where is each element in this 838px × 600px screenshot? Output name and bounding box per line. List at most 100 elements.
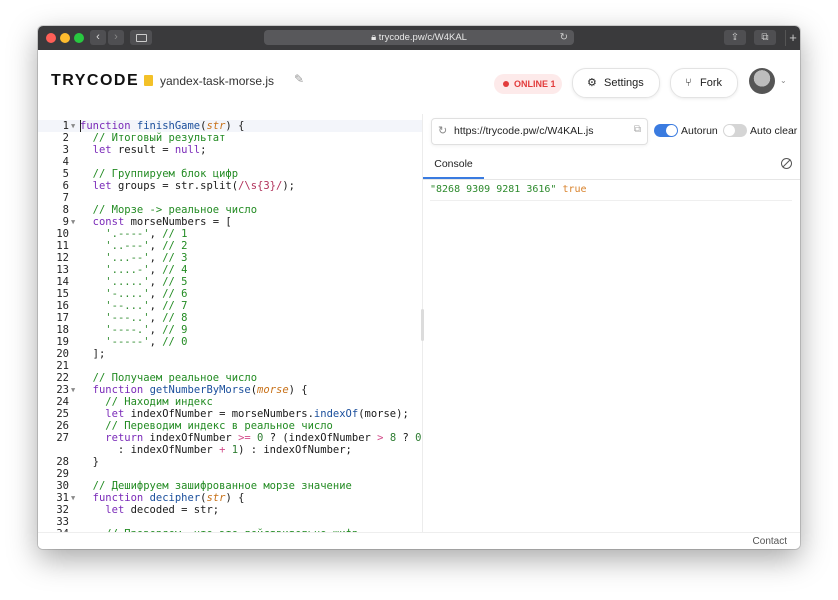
code-text: '-----', // 0	[105, 336, 188, 348]
line-number: 26	[56, 420, 69, 432]
code-line[interactable]: 27 return indexOfNumber >= 0 ? (indexOfN…	[38, 432, 422, 444]
code-line[interactable]: 10 '.----', // 1	[38, 228, 422, 240]
code-line[interactable]: 2 // Итоговый результат	[38, 132, 422, 144]
fork-label: Fork	[700, 77, 722, 89]
line-number: 9	[62, 216, 69, 228]
line-number: 2	[62, 132, 69, 144]
forward-arrow-icon[interactable]: ›	[108, 30, 124, 45]
fold-arrow-icon[interactable]: ▼	[71, 492, 75, 504]
code-line[interactable]: 23 ▼ function getNumberByMorse(morse) {	[38, 384, 422, 396]
new-tab-icon[interactable]: +	[785, 30, 800, 46]
code-text: let result = null;	[92, 144, 207, 156]
code-editor[interactable]: 1 ▼ function finishGame(str) {2 // Итоговы…	[38, 114, 422, 549]
code-line[interactable]: 12 '...--', // 3	[38, 252, 422, 264]
code-line[interactable]: 20 ];	[38, 348, 422, 360]
code-line[interactable]: 25 let indexOfNumber = morseNumbers.inde…	[38, 408, 422, 420]
line-number: 33	[56, 516, 69, 528]
code-text: let groups = str.split(/\s{3}/);	[92, 180, 295, 192]
tabs-overview-icon[interactable]: ⧉	[754, 30, 776, 45]
code-text: function getNumberByMorse(morse) {	[92, 384, 308, 396]
chevron-down-icon[interactable]: ⌄	[780, 76, 787, 85]
sidebar-toggle-icon[interactable]	[130, 30, 152, 45]
code-line[interactable]: 9 ▼ const morseNumbers = [	[38, 216, 422, 228]
minimize-window-button[interactable]	[60, 33, 70, 43]
line-number: 10	[56, 228, 69, 240]
code-text: // Морзе -> реальное число	[92, 204, 258, 216]
address-text: trycode.pw/c/W4KAL	[378, 32, 467, 43]
code-line[interactable]: 1 ▼ function finishGame(str) {	[38, 120, 422, 132]
fork-button[interactable]: ⑂ Fork	[670, 68, 738, 98]
code-line[interactable]: 5 // Группируем блок цифр	[38, 168, 422, 180]
code-line[interactable]: 3 let result = null;	[38, 144, 422, 156]
line-number: 12	[56, 252, 69, 264]
trycode-logo[interactable]: TRYCODE	[51, 72, 139, 90]
contact-link[interactable]: Contact	[753, 536, 787, 547]
code-text: '---..', // 8	[105, 312, 188, 324]
code-line[interactable]: 6 let groups = str.split(/\s{3}/);	[38, 180, 422, 192]
address-bar[interactable]: 🔒︎ trycode.pw/c/W4KAL ↻	[264, 30, 574, 45]
line-number: 7	[62, 192, 69, 204]
fold-arrow-icon[interactable]: ▼	[71, 216, 75, 228]
reload-icon[interactable]: ↻	[560, 30, 568, 45]
code-text: let decoded = str;	[105, 504, 220, 516]
code-line[interactable]: 32 let decoded = str;	[38, 504, 422, 516]
code-line[interactable]: 29	[38, 468, 422, 480]
close-window-button[interactable]	[46, 33, 56, 43]
fold-arrow-icon[interactable]: ▼	[71, 120, 75, 132]
code-line[interactable]: 11 '..---', // 2	[38, 240, 422, 252]
line-number: 3	[62, 144, 69, 156]
settings-label: Settings	[604, 77, 644, 89]
code-line[interactable]: 16 '--...', // 7	[38, 300, 422, 312]
zoom-window-button[interactable]	[74, 33, 84, 43]
code-line[interactable]: 18 '----.', // 9	[38, 324, 422, 336]
line-number: 23	[56, 384, 69, 396]
line-number: 29	[56, 468, 69, 480]
line-number: 13	[56, 264, 69, 276]
autoclear-toggle[interactable]	[723, 124, 747, 137]
back-arrow-icon[interactable]: ‹	[90, 30, 106, 45]
code-text: '..---', // 2	[105, 240, 188, 252]
code-line[interactable]: 28 }	[38, 456, 422, 468]
code-line[interactable]: 33	[38, 516, 422, 528]
code-text: function finishGame(str) {	[80, 120, 245, 132]
code-line[interactable]: 17 '---..', // 8	[38, 312, 422, 324]
code-text: // Переводим индекс в реальное число	[105, 420, 333, 432]
fold-arrow-icon[interactable]: ▼	[71, 384, 75, 396]
line-number: 27	[56, 432, 69, 444]
clear-console-icon[interactable]	[781, 158, 792, 169]
file-name[interactable]: yandex-task-morse.js	[160, 74, 274, 88]
code-line[interactable]: 24 // Находим индекс	[38, 396, 422, 408]
code-line[interactable]: 26 // Переводим индекс в реальное число	[38, 420, 422, 432]
code-line[interactable]: 21	[38, 360, 422, 372]
code-line[interactable]: 14 '.....', // 5	[38, 276, 422, 288]
line-number: 31	[56, 492, 69, 504]
line-number: 1	[62, 120, 69, 132]
code-line[interactable]: 19 '-----', // 0	[38, 336, 422, 348]
refresh-icon[interactable]: ↻	[438, 124, 447, 137]
toggle-knob	[724, 125, 735, 136]
code-line[interactable]: 4	[38, 156, 422, 168]
avatar[interactable]	[749, 68, 775, 94]
online-badge: ONLINE 1	[494, 74, 562, 94]
app-header: TRYCODE yandex-task-morse.js ✎ ONLINE 1 …	[38, 50, 800, 114]
code-line[interactable]: 22 // Получаем реальное число	[38, 372, 422, 384]
line-number: 21	[56, 360, 69, 372]
tab-console[interactable]: Console	[423, 152, 484, 179]
code-line[interactable]: : indexOfNumber + 1) : indexOfNumber;	[38, 444, 422, 456]
code-line[interactable]: 31 ▼ function decipher(str) {	[38, 492, 422, 504]
line-number: 11	[56, 240, 69, 252]
open-external-icon[interactable]: ⧉	[634, 124, 641, 135]
preview-url-field[interactable]: ↻ https://trycode.pw/c/W4KAL.js ⧉	[431, 118, 648, 145]
code-line[interactable]: 7	[38, 192, 422, 204]
code-line[interactable]: 15 '-....', // 6	[38, 288, 422, 300]
pencil-icon[interactable]: ✎	[294, 72, 304, 86]
code-line[interactable]: 30 // Дешифруем зашифрованное морзе знач…	[38, 480, 422, 492]
code-line[interactable]: 13 '....-', // 4	[38, 264, 422, 276]
autorun-toggle[interactable]	[654, 124, 678, 137]
code-text: '--...', // 7	[105, 300, 188, 312]
console-output-string: "8268 9309 9281 3616"	[430, 184, 557, 195]
settings-button[interactable]: ⚙ Settings	[572, 68, 660, 98]
autorun-label: Autorun	[681, 125, 718, 137]
share-icon[interactable]: ⇪	[724, 30, 746, 45]
code-line[interactable]: 8 // Морзе -> реальное число	[38, 204, 422, 216]
